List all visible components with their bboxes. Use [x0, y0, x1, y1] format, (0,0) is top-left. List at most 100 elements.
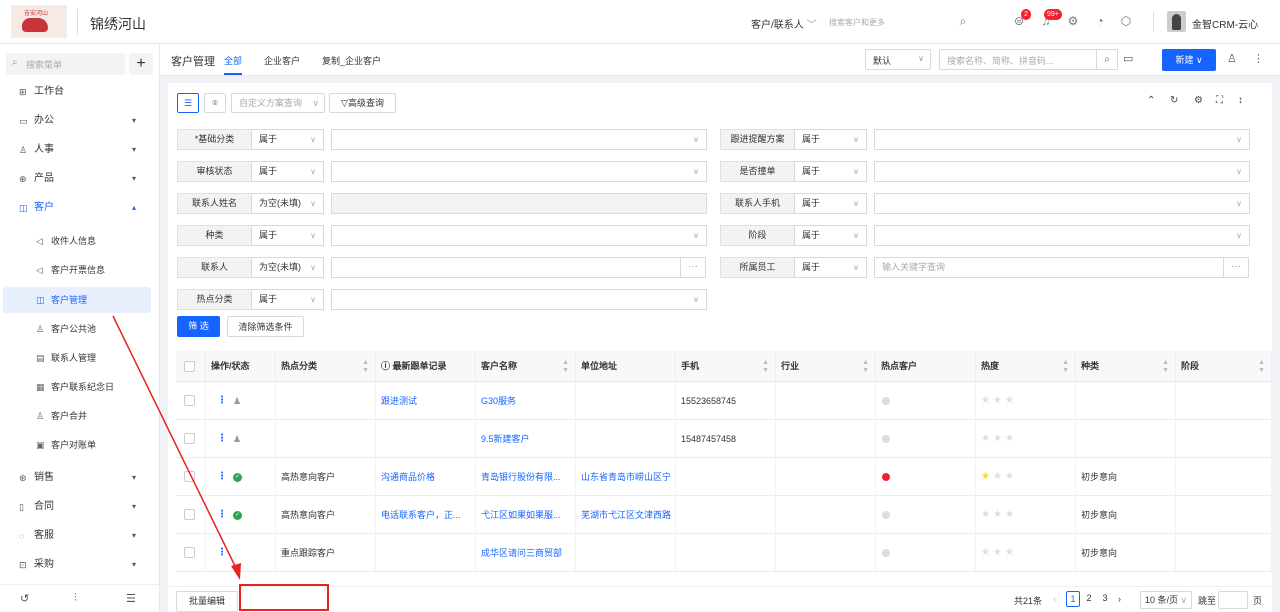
star-icon[interactable]: ★	[981, 395, 993, 406]
sidebar-item-workbench[interactable]: ⊞ 工作台	[0, 79, 160, 105]
cell-latest-record[interactable]: 电话联系客户，正...	[381, 510, 461, 520]
sidebar-subitem-anniversary[interactable]: ▦ 客户联系纪念日	[0, 374, 160, 400]
row-checkbox[interactable]	[184, 509, 195, 520]
star-icon[interactable]: ★	[993, 433, 1005, 444]
star-icon[interactable]: ★	[1005, 509, 1017, 520]
filter-operator-select[interactable]: 属于 ∨	[794, 257, 867, 278]
sort-icon[interactable]: ▲ ▼	[1062, 359, 1069, 375]
sidebar-item-purchase[interactable]: ⊡ 采购 ▾	[0, 552, 160, 578]
sort-icon[interactable]: ▲ ▼	[762, 359, 769, 375]
sort-icon[interactable]: ▲ ▼	[562, 359, 569, 375]
sort-icon[interactable]: ▲ ▼	[1258, 359, 1265, 375]
settings-sliders-icon[interactable]: ⫶	[74, 592, 77, 605]
history-icon[interactable]: ↺	[20, 592, 29, 605]
cell-customer[interactable]: 成华区请问三商贸部	[481, 548, 562, 558]
star-icon[interactable]: ★	[993, 471, 1005, 482]
prev-page-icon[interactable]: ‹	[1053, 594, 1056, 604]
filter-value-input[interactable]: 输入关键字查询	[874, 257, 1224, 278]
filter-value-input[interactable]: ∨	[874, 193, 1250, 214]
sidebar-item-sales[interactable]: ⊛ 销售 ▾	[0, 465, 160, 491]
sidebar-subitem-statement[interactable]: ▣ 客户对账单	[0, 432, 160, 458]
batch-edit-button[interactable]: 批量编辑	[176, 591, 238, 612]
filter-value-input[interactable]: ∨	[874, 225, 1250, 246]
next-page-icon[interactable]: ›	[1118, 594, 1121, 604]
hot-dot-icon[interactable]	[882, 511, 890, 519]
global-search-input[interactable]: 搜索客户和更多	[829, 17, 885, 28]
filter-operator-select[interactable]: 属于 ∨	[251, 129, 324, 150]
filter-operator-select[interactable]: 属于 ∨	[251, 161, 324, 182]
refresh-icon[interactable]: ↻	[1170, 95, 1178, 106]
table-header-cell[interactable]: 阶段 ▲ ▼	[1176, 351, 1272, 382]
more-actions-icon[interactable]: ⋮	[217, 496, 227, 533]
cell-latest-record[interactable]: 沟通商品价格	[381, 472, 435, 482]
filter-value-input[interactable]	[331, 257, 681, 278]
sidebar-item-product[interactable]: ⊕ 产品 ▾	[0, 166, 160, 192]
table-header-cell[interactable]: 种类 ▲ ▼	[1076, 351, 1176, 382]
filter-value-input[interactable]: ∨	[874, 161, 1250, 182]
tab-all[interactable]: 全部	[224, 54, 243, 75]
keyword-search-input[interactable]: 搜索名称、简称、拼音码...	[939, 49, 1097, 70]
heat-rating[interactable]: ★★★	[981, 420, 1017, 457]
filter-value-input[interactable]: ∨	[874, 129, 1250, 150]
user-icon[interactable]: ♙	[1227, 52, 1237, 65]
filter-operator-select[interactable]: 属于 ∨	[794, 193, 867, 214]
heat-rating[interactable]: ★★★	[981, 534, 1017, 571]
filter-operator-select[interactable]: 为空(未填) ∨	[251, 193, 324, 214]
table-header-cell[interactable]: 热点客户	[876, 351, 976, 382]
star-icon[interactable]: ★	[1005, 395, 1017, 406]
fullscreen-icon[interactable]: ⛶	[1216, 95, 1223, 106]
sidebar-item-hr[interactable]: ♙ 人事 ▾	[0, 137, 160, 163]
sidebar-subitem-recipient-info[interactable]: ◁ 收件人信息	[0, 228, 160, 254]
hot-dot-icon[interactable]	[882, 435, 890, 443]
filter-operator-select[interactable]: 为空(未填) ∨	[251, 257, 324, 278]
cell-customer[interactable]: 9.5新建客户	[481, 434, 530, 444]
filter-operator-select[interactable]: 属于 ∨	[251, 289, 324, 310]
cell-address[interactable]: 芜湖市弋江区文津西路	[581, 510, 671, 520]
sidebar-subitem-invoice-info[interactable]: ◁ 客户开票信息	[0, 257, 160, 283]
table-header-cell[interactable]: 热度 ▲ ▼	[976, 351, 1076, 382]
table-header-cell[interactable]: 行业 ▲ ▼	[776, 351, 876, 382]
cell-customer[interactable]: 弋江区如果如果服...	[481, 510, 561, 520]
sidebar-item-customer[interactable]: ◫ 客户 ▴	[0, 195, 160, 221]
heat-rating[interactable]: ★★★	[981, 382, 1017, 419]
clear-filter-button[interactable]: 清除筛选条件	[227, 316, 304, 337]
filter-operator-select[interactable]: 属于 ∨	[794, 129, 867, 150]
laptop-icon[interactable]: ▭	[1123, 52, 1133, 65]
menu-search-input[interactable]: ⌕ 搜索菜单	[6, 53, 125, 75]
sidebar-subitem-merge[interactable]: ♙ 客户合并	[0, 403, 160, 429]
hot-dot-icon[interactable]	[882, 397, 890, 405]
advanced-query-button[interactable]: ▽高级查询	[329, 93, 396, 113]
jump-page-input[interactable]	[1218, 591, 1248, 609]
star-icon[interactable]: ★	[981, 547, 993, 558]
more-actions-icon[interactable]: ⋮	[217, 534, 227, 571]
table-row[interactable]: ⋮ ✓ 高热意向客户 沟通商品价格 青岛银行股份有限... 山东省青岛市崂山区宁 ★★★ 初步…	[176, 458, 1272, 496]
add-menu-button[interactable]: +	[129, 53, 153, 75]
sidebar-subitem-contacts[interactable]: ▤ 联系人管理	[0, 345, 160, 371]
flame-icon[interactable]	[882, 473, 890, 481]
custom-query-select[interactable]: 自定义方案查询 ∨	[231, 93, 325, 113]
filter-value-input[interactable]: ∨	[331, 129, 707, 150]
column-height-icon[interactable]: ↕	[1238, 95, 1243, 106]
heat-rating[interactable]: ★★★	[981, 458, 1017, 495]
star-icon[interactable]: ★	[981, 509, 993, 520]
filter-picker-button[interactable]: ···	[1223, 257, 1249, 278]
search-icon[interactable]: ⌕	[1096, 49, 1118, 70]
sort-icon[interactable]: ▲ ▼	[362, 359, 369, 375]
cell-address[interactable]: 山东省青岛市崂山区宁	[581, 472, 671, 482]
star-icon[interactable]: ★	[993, 395, 1005, 406]
row-checkbox[interactable]	[184, 547, 195, 558]
star-icon[interactable]: ★	[1005, 433, 1017, 444]
collapse-up-icon[interactable]: ⌃	[1147, 95, 1155, 106]
table-header-cell[interactable]: 手机 ▲ ▼	[676, 351, 776, 382]
avatar[interactable]	[1167, 11, 1186, 32]
more-vertical-icon[interactable]: ⋮	[1253, 52, 1264, 65]
sidebar-subitem-public-pool[interactable]: ♙ 客户公共池	[0, 316, 160, 342]
page-button-1[interactable]: 1	[1066, 591, 1080, 607]
filter-value-input[interactable]: ∨	[331, 289, 707, 310]
cube-icon[interactable]: ⬡	[1119, 14, 1133, 28]
star-icon[interactable]: ★	[981, 433, 993, 444]
company-logo[interactable]: 吉安河山	[11, 5, 67, 38]
table-row[interactable]: ⋮ ✓ 高热意向客户 电话联系客户，正... 弋江区如果如果服... 芜湖市弋江区文津西路…	[176, 496, 1272, 534]
global-search-scope-select[interactable]: 客户/联系人 ﹀	[751, 16, 817, 31]
list-view-icon[interactable]: ☰	[177, 93, 199, 113]
